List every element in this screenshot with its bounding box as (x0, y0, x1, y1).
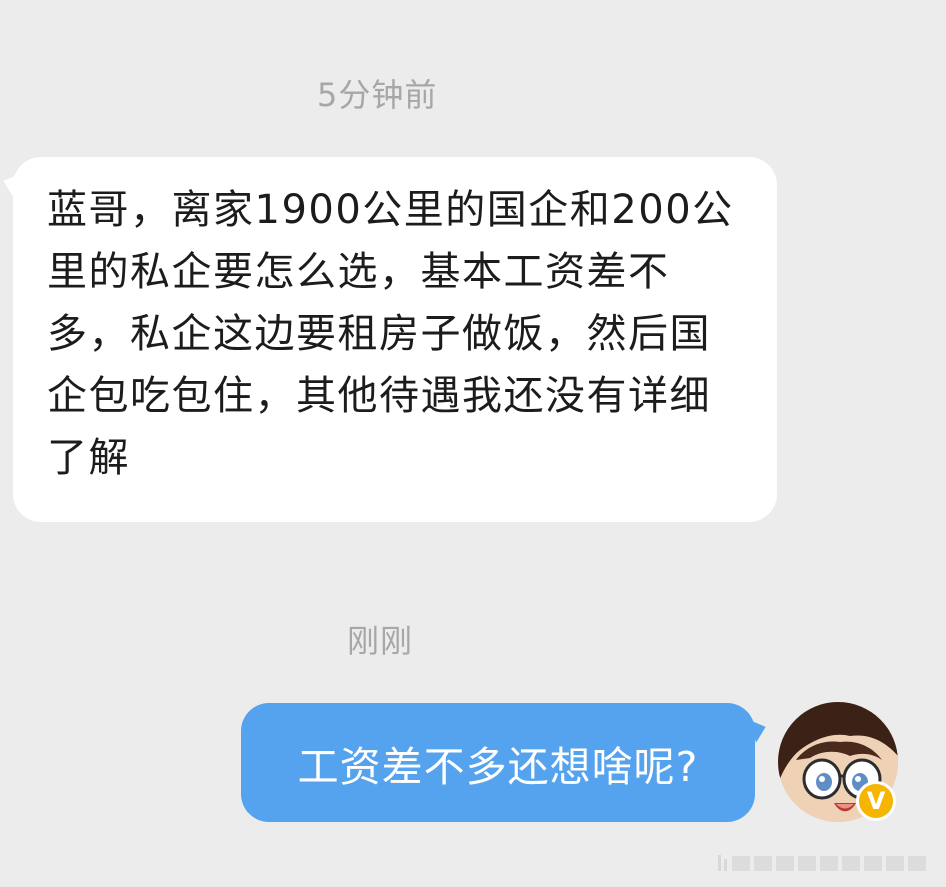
timestamp-just-now: 刚刚 (347, 622, 414, 660)
outgoing-message-bubble[interactable]: 工资差不多还想啥呢? (241, 703, 755, 822)
watermark-icon (718, 855, 926, 871)
verified-badge-label: V (866, 787, 886, 815)
incoming-message-text: 蓝哥，离家1900公里的国企和200公里的私企要怎么选，基本工资差不多，私企这边… (47, 187, 734, 481)
verified-badge-icon: V (856, 781, 896, 821)
watermark-bar (718, 851, 930, 875)
incoming-message-bubble[interactable]: 蓝哥，离家1900公里的国企和200公里的私企要怎么选，基本工资差不多，私企这边… (13, 157, 777, 522)
outgoing-message-text: 工资差不多还想啥呢? (297, 742, 699, 791)
timestamp-5min-ago: 5分钟前 (317, 76, 438, 114)
